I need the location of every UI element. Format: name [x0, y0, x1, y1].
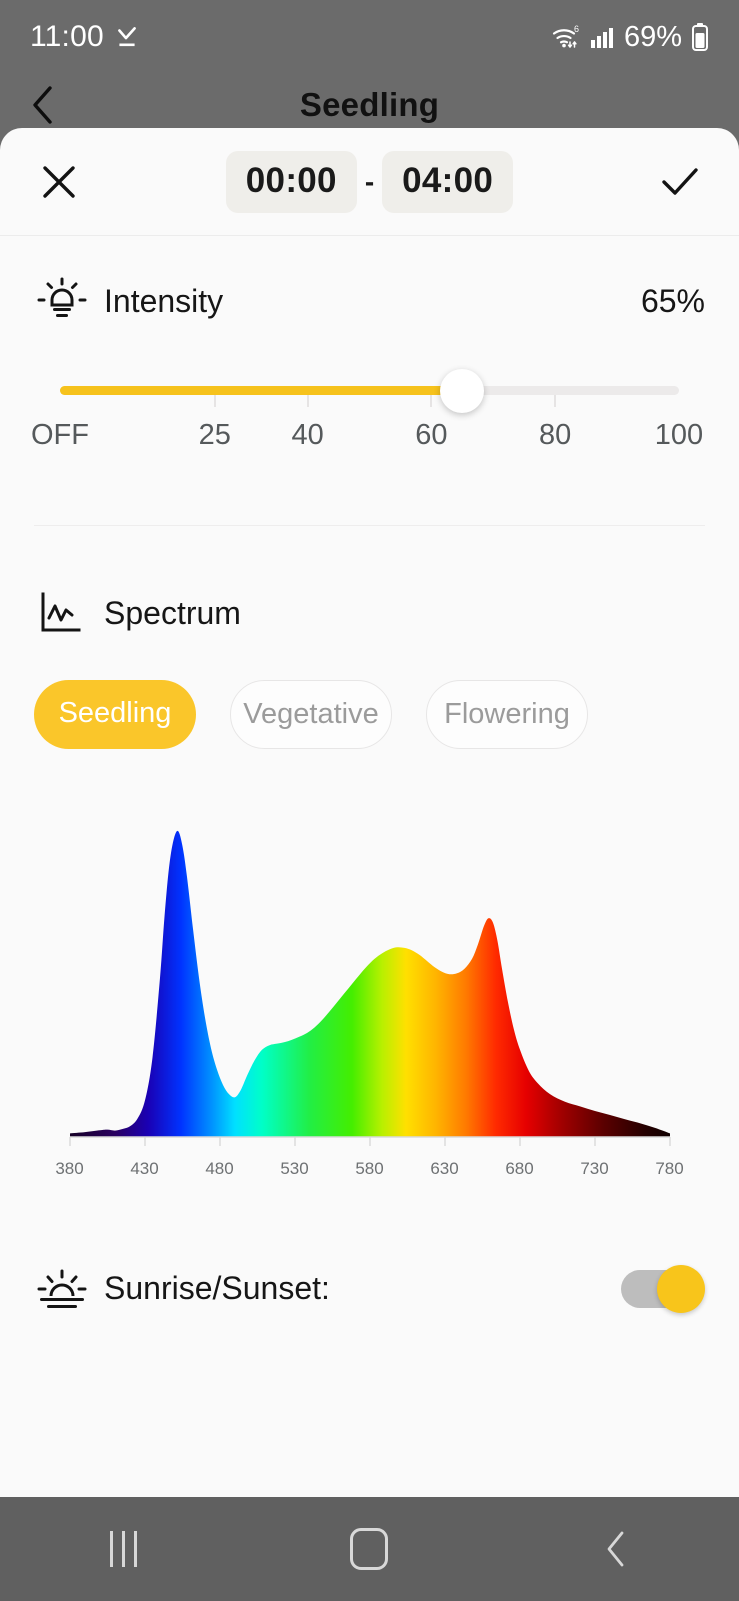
slider-tickmark: [306, 395, 309, 407]
spectrum-row: Spectrum: [0, 526, 739, 638]
axis-tick-380: 380: [55, 1159, 84, 1178]
slider-thumb[interactable]: [440, 368, 485, 413]
android-nav-bar: [0, 1497, 739, 1601]
slider-track[interactable]: [60, 368, 679, 413]
slider-tick-labels: OFF 25 40 60 80 100: [31, 419, 703, 459]
lightbulb-icon: [34, 276, 90, 326]
status-time: 11:00: [30, 20, 104, 53]
status-bar-right: 6 69%: [551, 21, 709, 54]
spectrum-axis-labels: 380 430 480 530 580 630 680 730 780: [55, 1159, 684, 1189]
sunrise-row: Sunrise/Sunset:: [0, 1263, 739, 1313]
axis-tick-680: 680: [505, 1159, 534, 1178]
nav-back-button[interactable]: [556, 1497, 676, 1601]
axis-tick-630: 630: [430, 1159, 459, 1178]
slider-tick-off: OFF: [31, 419, 89, 451]
wifi-6-icon: 6: [551, 24, 581, 50]
cellular-signal-icon: [590, 25, 615, 49]
axis-tick-730: 730: [580, 1159, 609, 1178]
slider-tickmark: [213, 395, 216, 407]
time-range: 00:00 - 04:00: [225, 150, 514, 213]
battery-percent: 69%: [623, 20, 682, 53]
intensity-row: Intensity 65%: [0, 236, 739, 326]
spectrum-label: Spectrum: [104, 594, 241, 631]
spectrum-curve: [68, 830, 671, 1146]
time-separator: -: [364, 165, 375, 197]
schedule-editor-sheet: 00:00 - 04:00 Intensity 65% OFF 25 40 60…: [0, 128, 739, 1497]
chart-line-icon: [34, 588, 90, 638]
spectrum-preset-flowering[interactable]: Flowering: [426, 680, 588, 749]
slider-fill: [60, 386, 463, 395]
recents-button[interactable]: [63, 1497, 183, 1601]
slider-tick-25: 25: [198, 419, 231, 451]
spectrum-chart: 380 430 480 530 580 630 680 730 780: [0, 749, 739, 1189]
close-x-icon: [40, 163, 78, 201]
intensity-slider[interactable]: OFF 25 40 60 80 100: [0, 326, 739, 459]
phone-screen: 11:00 6 69% Seedling 00:00 - 04:00 Inten…: [0, 0, 739, 1601]
check-icon: [659, 163, 701, 201]
sunrise-toggle[interactable]: [621, 1265, 705, 1313]
slider-tickmark: [430, 395, 433, 407]
battery-icon: [691, 23, 709, 51]
spectrum-preset-group: Seedling Vegetative Flowering: [0, 638, 739, 749]
toggle-knob[interactable]: [657, 1265, 705, 1313]
sunrise-icon: [34, 1263, 90, 1313]
home-icon: [350, 1528, 389, 1570]
slider-tickmark: [554, 395, 557, 407]
status-bar: 11:00 6 69%: [0, 0, 739, 74]
axis-tick-430: 430: [130, 1159, 159, 1178]
spectrum-preset-vegetative[interactable]: Vegetative: [230, 680, 392, 749]
axis-tick-780: 780: [655, 1159, 684, 1178]
slider-tick-100: 100: [654, 419, 704, 451]
svg-text:6: 6: [574, 24, 579, 34]
page-title: Seedling: [299, 86, 440, 123]
axis-tick-580: 580: [355, 1159, 384, 1178]
status-bar-left: 11:00: [30, 20, 140, 54]
spectrum-preset-seedling[interactable]: Seedling: [34, 680, 196, 749]
start-time-field[interactable]: 00:00: [225, 150, 357, 213]
slider-tick-60: 60: [415, 419, 448, 451]
download-check-icon: [114, 24, 140, 50]
sunrise-label: Sunrise/Sunset:: [104, 1269, 330, 1306]
back-chevron-icon: [603, 1530, 629, 1568]
confirm-button[interactable]: [653, 155, 707, 209]
axis-tick-480: 480: [205, 1159, 234, 1178]
recents-icon: [109, 1531, 137, 1567]
close-button[interactable]: [32, 155, 86, 209]
intensity-value: 65%: [640, 282, 705, 319]
end-time-field[interactable]: 04:00: [382, 150, 514, 213]
page-header: Seedling: [0, 74, 739, 136]
axis-tick-530: 530: [280, 1159, 309, 1178]
slider-tick-40: 40: [291, 419, 324, 451]
slider-tick-80: 80: [539, 419, 572, 451]
intensity-label: Intensity: [104, 282, 224, 319]
sheet-header: 00:00 - 04:00: [0, 128, 739, 236]
home-button[interactable]: [309, 1497, 429, 1601]
